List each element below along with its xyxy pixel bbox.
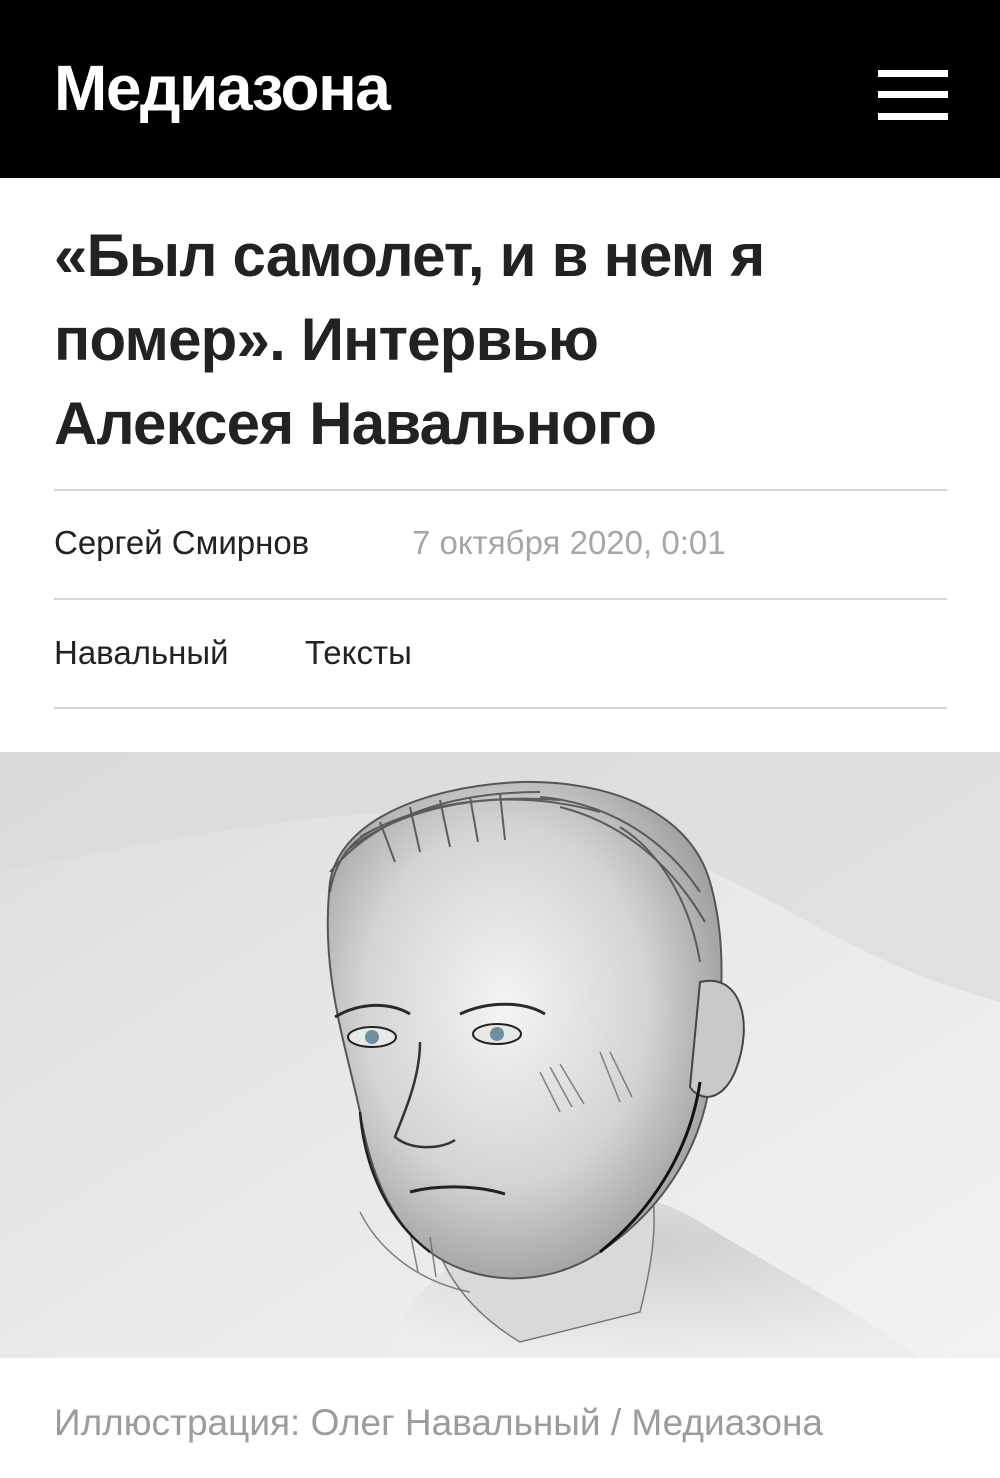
headline-line-3: Алексея Навального	[54, 390, 657, 457]
site-logo[interactable]: Медиазона	[54, 52, 391, 124]
headline-line-2: помер». Интервью	[54, 306, 599, 373]
hamburger-menu-icon[interactable]	[878, 70, 948, 120]
menu-bar-middle	[878, 91, 948, 98]
headline-line-1: «Был самолет, и в нем я	[54, 222, 765, 289]
article-headline: «Был самолет, и в нем я помер». Интервью…	[54, 214, 954, 466]
tag-navalny[interactable]: Навальный	[54, 630, 229, 676]
article-author[interactable]: Сергей Смирнов	[54, 520, 309, 566]
illustration-caption: Иллюстрация: Олег Навальный / Медиазона	[54, 1402, 823, 1443]
pencil-portrait-illustration	[0, 752, 1000, 1358]
menu-bar-bottom	[878, 113, 948, 120]
divider	[54, 598, 947, 600]
menu-bar-top	[878, 70, 948, 77]
tag-texts[interactable]: Тексты	[305, 630, 412, 676]
article-date: 7 октября 2020, 0:01	[412, 524, 726, 561]
divider	[54, 489, 947, 491]
site-header: Медиазона	[0, 0, 1000, 178]
divider	[54, 707, 947, 709]
article-illustration	[0, 752, 1000, 1358]
